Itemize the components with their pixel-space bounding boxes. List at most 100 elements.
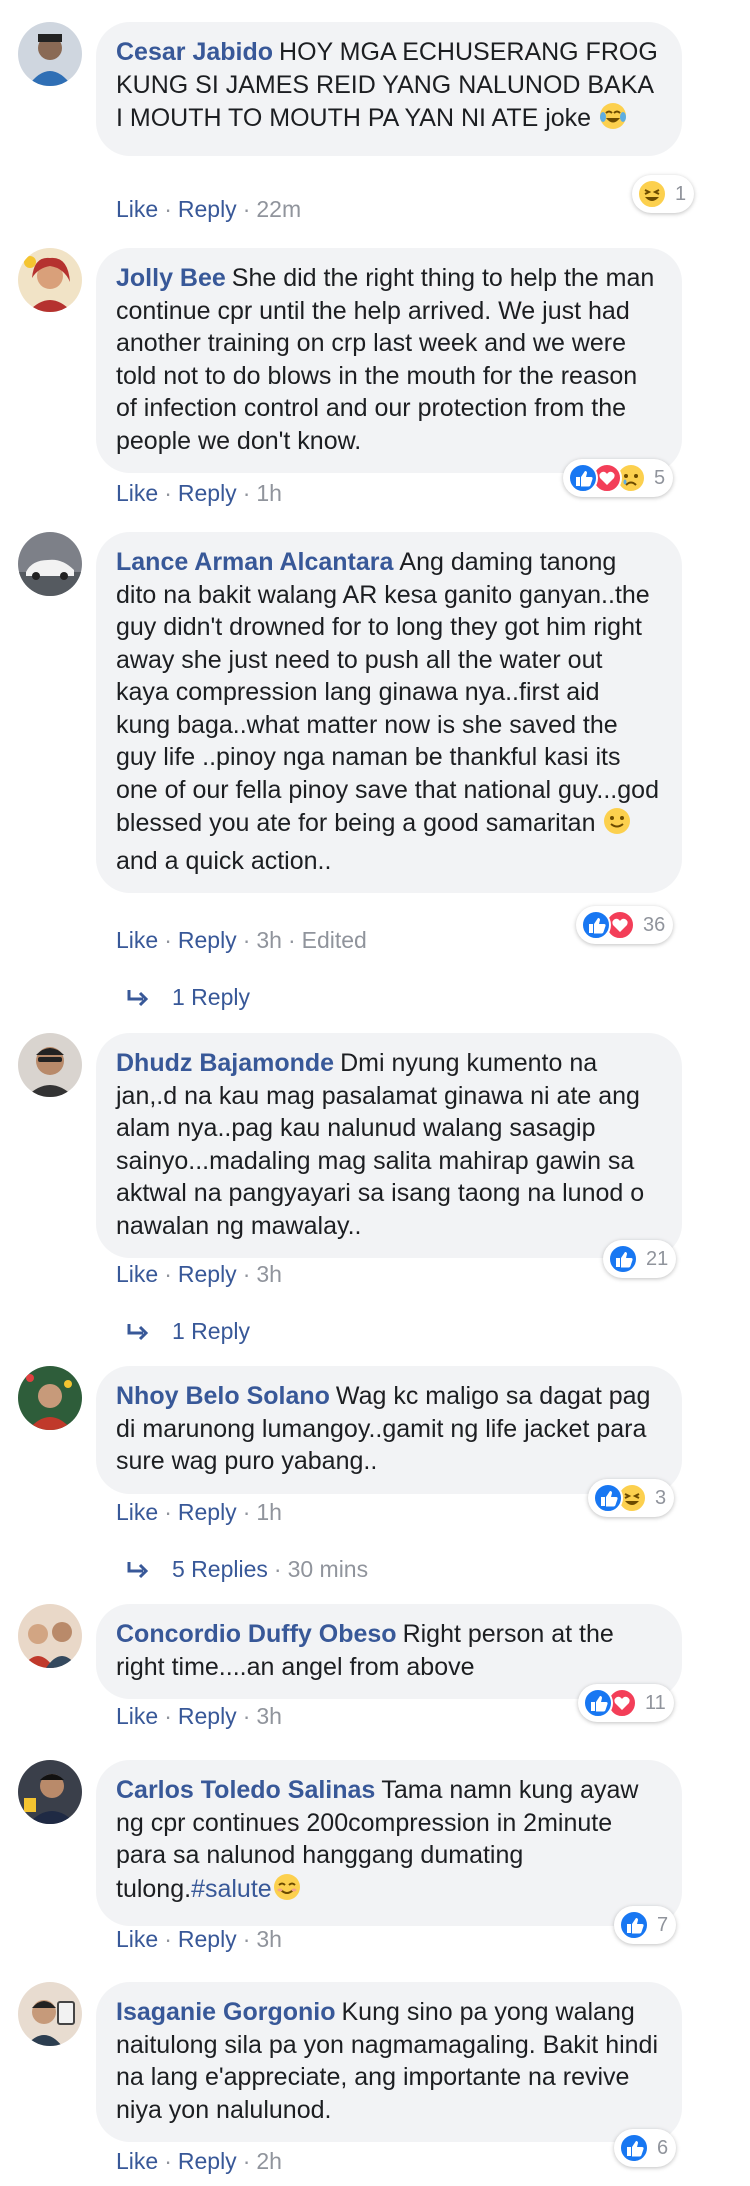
avatar[interactable]	[18, 532, 82, 596]
like-link[interactable]: Like	[116, 480, 158, 506]
comment-time[interactable]: 3h	[256, 1703, 282, 1729]
separator: ·	[164, 927, 172, 953]
like-reaction-icon	[581, 910, 611, 940]
avatar[interactable]	[18, 1760, 82, 1824]
reactions-summary[interactable]: 5	[563, 459, 674, 497]
like-link[interactable]: Like	[116, 927, 158, 953]
comment-time[interactable]: 22m	[256, 196, 301, 222]
like-link[interactable]: Like	[116, 2148, 158, 2174]
comment-actions: Like · Reply · 3h	[116, 1703, 282, 1730]
comment-time[interactable]: 1h	[256, 480, 282, 506]
like-link[interactable]: Like	[116, 1926, 158, 1952]
like-reaction-icon	[619, 2133, 649, 2163]
view-replies-link[interactable]: 5 Replies · 30 mins	[126, 1556, 368, 1586]
edited-label[interactable]: Edited	[302, 927, 367, 953]
reply-link[interactable]: Reply	[178, 2148, 237, 2174]
comment-author[interactable]: Lance Arman Alcantara	[116, 548, 393, 576]
reply-arrow-icon	[126, 1559, 152, 1586]
reply-link[interactable]: Reply	[178, 196, 237, 222]
reaction-count: 21	[646, 1247, 669, 1270]
like-reaction-icon	[608, 1244, 638, 1274]
comment-actions: Like · Reply · 3h	[116, 1926, 282, 1953]
reply-link[interactable]: Reply	[178, 1703, 237, 1729]
separator: ·	[242, 2148, 251, 2174]
comment-actions: Like · Reply · 1h	[116, 480, 282, 507]
comment-time[interactable]: 3h	[256, 927, 282, 953]
reply-arrow-icon	[126, 987, 152, 1014]
comment-text: Dmi nyung kumento na jan,.d na kau mag p…	[116, 1049, 645, 1240]
avatar[interactable]	[18, 22, 82, 86]
replies-count[interactable]: 1 Reply	[172, 1318, 250, 1344]
reactions-summary[interactable]: 6	[614, 2129, 677, 2167]
reaction-count: 6	[657, 2136, 669, 2159]
hashtag-link[interactable]: #salute	[191, 1875, 272, 1903]
reaction-count: 1	[675, 182, 687, 205]
smiling-eyes-emoji	[272, 1872, 302, 1911]
replies-count[interactable]: 5 Replies	[172, 1556, 268, 1582]
reaction-count: 36	[643, 913, 666, 936]
reply-link[interactable]: Reply	[178, 1499, 237, 1525]
reactions-summary[interactable]: 1	[632, 175, 695, 213]
avatar[interactable]	[18, 1604, 82, 1668]
comment-author[interactable]: Cesar Jabido	[116, 38, 273, 66]
avatar[interactable]	[18, 1982, 82, 2046]
avatar[interactable]	[18, 248, 82, 312]
comments-feed: Cesar Jabido HOY MGA ECHUSERANG FROG KUNG…	[0, 0, 750, 2186]
reactions-summary[interactable]: 3	[588, 1479, 675, 1517]
separator: ·	[242, 196, 251, 222]
reaction-count: 11	[645, 1691, 666, 1714]
reaction-count: 3	[655, 1486, 667, 1509]
comment-time[interactable]: 1h	[256, 1499, 282, 1525]
view-replies-link[interactable]: 1 Reply	[126, 1318, 250, 1348]
comment-author[interactable]: Concordio Duffy Obeso	[116, 1620, 397, 1648]
like-reaction-icon	[583, 1688, 613, 1718]
separator: ·	[242, 1703, 251, 1729]
reactions-summary[interactable]: 11	[578, 1684, 674, 1722]
comment-bubble: Nhoy Belo Solano Wag kc maligo sa dagat p…	[96, 1366, 682, 1494]
separator: ·	[164, 1926, 172, 1952]
comment-author[interactable]: Dhudz Bajamonde	[116, 1049, 334, 1077]
replies-count[interactable]: 1 Reply	[172, 984, 250, 1010]
separator: ·	[164, 2148, 172, 2174]
separator: ·	[164, 480, 172, 506]
comment-actions: Like · Reply · 1h	[116, 1499, 282, 1526]
like-link[interactable]: Like	[116, 1261, 158, 1287]
avatar[interactable]	[18, 1366, 82, 1430]
comment-time[interactable]: 3h	[256, 1926, 282, 1952]
like-reaction-icon	[568, 463, 598, 493]
reply-link[interactable]: Reply	[178, 1926, 237, 1952]
comment-time[interactable]: 3h	[256, 1261, 282, 1287]
tears-of-joy-emoji	[598, 101, 628, 140]
reply-link[interactable]: Reply	[178, 1261, 237, 1287]
reactions-summary[interactable]: 21	[603, 1240, 677, 1278]
like-link[interactable]: Like	[116, 196, 158, 222]
reactions-summary[interactable]: 7	[614, 1906, 677, 1944]
reactions-summary[interactable]: 36	[576, 906, 674, 944]
comment-actions: Like · Reply · 22m	[116, 196, 301, 223]
separator: ·	[164, 1703, 172, 1729]
comment-author[interactable]: Jolly Bee	[116, 264, 226, 292]
reply-arrow-icon	[126, 1321, 152, 1348]
comment-author[interactable]: Carlos Toledo Salinas	[116, 1776, 375, 1804]
like-reaction-icon	[619, 1910, 649, 1940]
separator: ·	[164, 1499, 172, 1525]
comment-author[interactable]: Nhoy Belo Solano	[116, 1382, 330, 1410]
reaction-count: 7	[657, 1913, 669, 1936]
haha-reaction-icon	[637, 179, 667, 209]
like-link[interactable]: Like	[116, 1499, 158, 1525]
reaction-count: 5	[654, 466, 666, 489]
comment-text-tail: and a quick action..	[116, 846, 332, 875]
view-replies-link[interactable]: 1 Reply	[126, 984, 250, 1014]
comment-bubble: Jolly Bee She did the right thing to help…	[96, 248, 682, 473]
like-link[interactable]: Like	[116, 1703, 158, 1729]
separator: ·	[242, 1926, 251, 1952]
reply-link[interactable]: Reply	[178, 480, 237, 506]
separator: ·	[164, 196, 172, 222]
comment-time[interactable]: 2h	[256, 2148, 282, 2174]
separator: ·	[242, 927, 251, 953]
separator: ·	[242, 1499, 251, 1525]
separator: ·	[273, 1556, 282, 1582]
comment-author[interactable]: Isaganie Gorgonio	[116, 1998, 335, 2026]
avatar[interactable]	[18, 1033, 82, 1097]
reply-link[interactable]: Reply	[178, 927, 237, 953]
